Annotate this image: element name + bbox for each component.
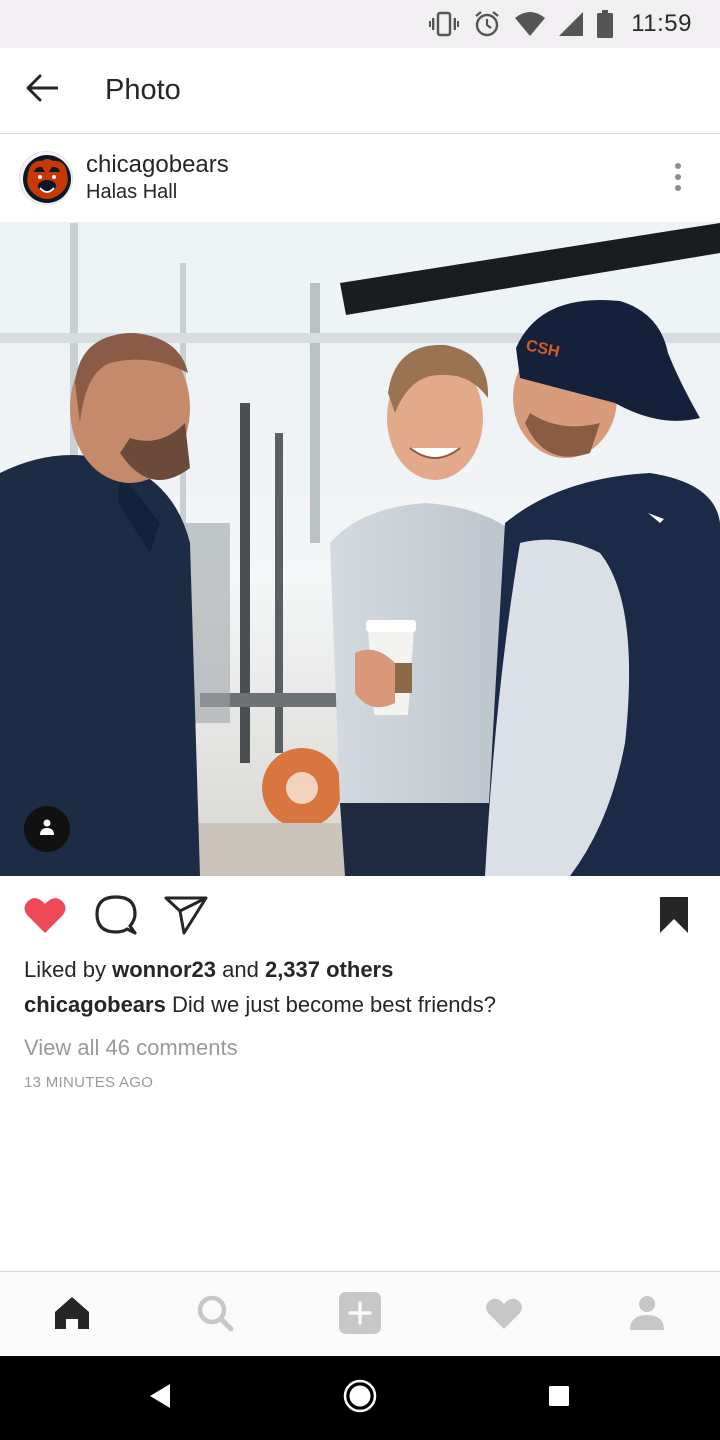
like-button[interactable] xyxy=(22,894,68,940)
post-location[interactable]: Halas Hall xyxy=(86,181,177,204)
alarm-icon xyxy=(473,10,501,38)
bottom-navigation xyxy=(0,1271,720,1356)
nav-home[interactable] xyxy=(49,1292,95,1338)
likes-summary[interactable]: Liked by wonnor23 and 2,337 others xyxy=(24,957,393,983)
more-vertical-icon xyxy=(674,162,682,197)
post-timestamp: 13 MINUTES AGO xyxy=(24,1074,154,1091)
nav-search[interactable] xyxy=(192,1292,238,1338)
vibrate-icon xyxy=(429,11,460,37)
page-title: Photo xyxy=(105,74,181,106)
send-icon xyxy=(164,895,208,940)
tag-people-button[interactable] xyxy=(24,806,70,852)
system-recents-button[interactable] xyxy=(537,1376,581,1420)
app-header: Photo xyxy=(0,48,720,134)
more-options-button[interactable] xyxy=(660,159,696,199)
bookmark-filled-icon xyxy=(659,896,689,939)
system-back-button[interactable] xyxy=(138,1376,182,1420)
view-all-comments-link[interactable]: View all 46 comments xyxy=(24,1035,238,1061)
nav-activity[interactable] xyxy=(481,1292,527,1338)
likes-prefix: Liked by xyxy=(24,957,106,982)
home-icon xyxy=(53,1295,91,1336)
caption-username[interactable]: chicagobears xyxy=(24,992,166,1017)
signal-icon xyxy=(559,12,584,36)
system-navigation-bar xyxy=(0,1356,720,1440)
post-header: chicagobears Halas Hall xyxy=(0,135,720,223)
back-button[interactable] xyxy=(0,48,84,134)
likes-conj: and xyxy=(222,957,259,982)
post-actions xyxy=(0,876,720,956)
photo: CSH xyxy=(0,223,720,876)
bears-logo xyxy=(20,152,72,204)
likes-user[interactable]: wonnor23 xyxy=(112,957,216,982)
likes-others[interactable]: 2,337 others xyxy=(265,957,393,982)
activity-heart-icon xyxy=(485,1296,523,1335)
nav-add[interactable] xyxy=(337,1291,383,1339)
post-photo[interactable]: CSH xyxy=(0,223,720,876)
comment-button[interactable] xyxy=(93,894,139,940)
status-bar: 11:59 xyxy=(0,0,720,48)
battery-icon xyxy=(597,10,614,38)
status-time: 11:59 xyxy=(631,10,692,37)
save-button[interactable] xyxy=(651,894,697,940)
comment-icon xyxy=(95,894,137,941)
avatar[interactable] xyxy=(19,151,73,205)
wifi-icon xyxy=(515,12,546,36)
caption-text: Did we just become best friends? xyxy=(171,992,497,1017)
profile-icon xyxy=(628,1295,666,1336)
recents-square-icon xyxy=(548,1385,570,1412)
home-circle-icon xyxy=(343,1379,377,1418)
back-triangle-icon xyxy=(148,1383,172,1414)
system-home-button[interactable] xyxy=(338,1376,382,1420)
arrow-left-icon xyxy=(26,74,59,107)
person-tag-icon xyxy=(38,818,56,841)
heart-filled-icon xyxy=(23,895,67,940)
post-username[interactable]: chicagobears xyxy=(86,151,229,179)
post-caption: chicagobears Did we just become best fri… xyxy=(24,992,496,1018)
search-icon xyxy=(196,1294,234,1337)
share-button[interactable] xyxy=(163,894,209,940)
add-icon xyxy=(339,1291,381,1339)
nav-profile[interactable] xyxy=(624,1292,670,1338)
